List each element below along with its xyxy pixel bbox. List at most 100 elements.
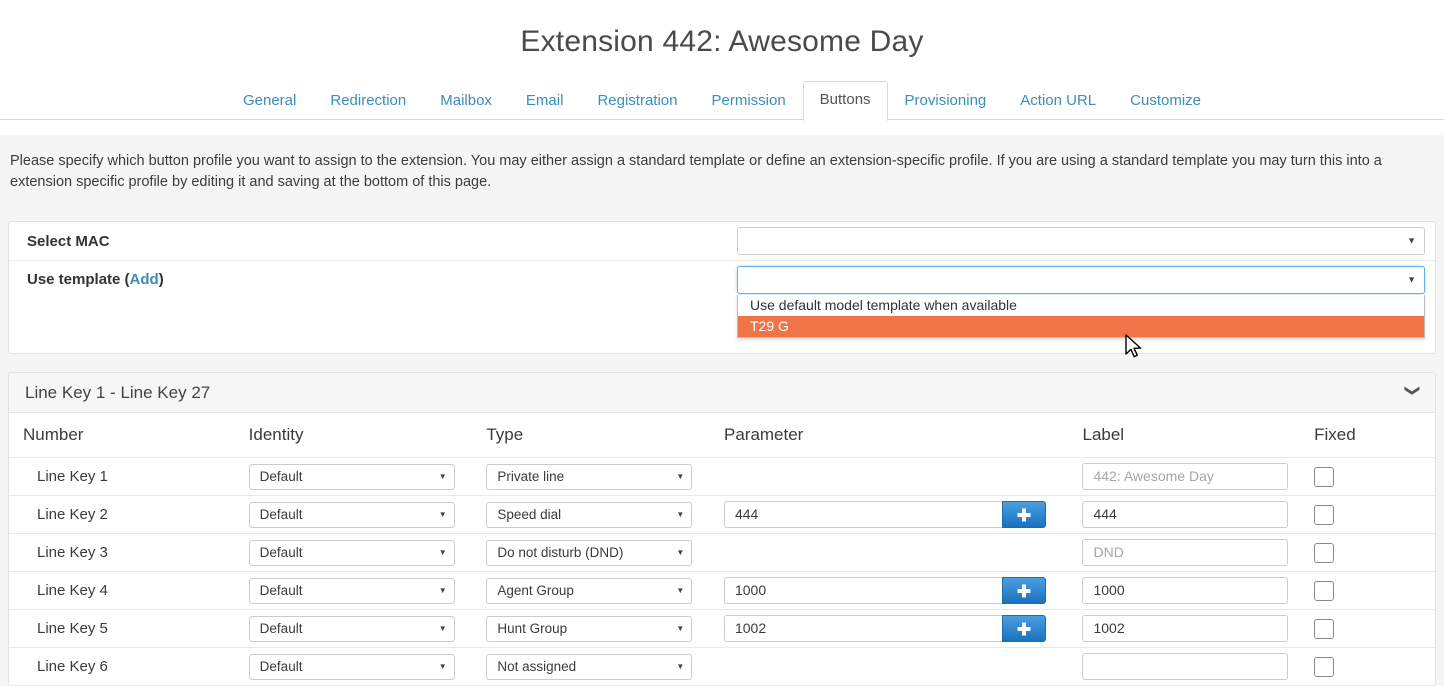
fixed-checkbox[interactable] (1314, 580, 1335, 601)
identity-value: Default (259, 658, 303, 674)
label-input[interactable]: 442: Awesome Day (1082, 463, 1289, 490)
tab-provisioning[interactable]: Provisioning (888, 82, 1004, 120)
type-value: Do not disturb (DND) (497, 544, 624, 560)
line-key-number: Line Key 2 (37, 506, 108, 523)
chevron-down-icon: ▼ (676, 623, 685, 633)
line-keys-section-title: Line Key 1 - Line Key 27 (25, 382, 211, 402)
line-key-number: Line Key 3 (37, 544, 108, 561)
select-mac-control: Yealink T29G (00:15 ) ▼ (737, 227, 1425, 255)
type-select[interactable]: Speed dial ▼ (486, 501, 693, 528)
chevron-down-icon: ▼ (676, 547, 685, 557)
identity-value: Default (259, 582, 303, 598)
fixed-checkbox[interactable] (1314, 618, 1335, 639)
chevron-down-icon: ▼ (1407, 274, 1416, 284)
type-select[interactable]: Do not disturb (DND) ▼ (486, 539, 693, 566)
column-header-parameter: Parameter (723, 425, 804, 444)
select-mac-label: Select MAC (27, 232, 110, 250)
identity-select[interactable]: Default ▼ (248, 501, 455, 528)
column-header-fixed: Fixed (1314, 425, 1356, 444)
table-row: Line Key 3 Default ▼ Do not disturb (DND) ▼ D… (9, 533, 1435, 572)
type-value: Not assigned (497, 658, 577, 674)
line-keys-section-header[interactable]: Line Key 1 - Line Key 27 ❯ (9, 373, 1435, 413)
label-input[interactable] (1082, 653, 1289, 680)
tab-action-url[interactable]: Action URL (1003, 82, 1113, 120)
chevron-down-icon[interactable]: ❯ (1404, 384, 1421, 401)
chevron-down-icon: ▼ (438, 585, 447, 595)
type-select[interactable]: Private line ▼ (486, 463, 693, 490)
tab-email[interactable]: Email (509, 82, 581, 120)
tab-permission[interactable]: Permission (694, 82, 802, 120)
label-input[interactable]: 444 (1082, 501, 1289, 528)
table-row: Line Key 6 Default ▼ Not assigned ▼ (9, 647, 1435, 685)
dropdown-option[interactable]: Use default model template when availabl… (738, 295, 1424, 316)
chevron-down-icon: ▼ (438, 661, 447, 671)
identity-select[interactable]: Default ▼ (248, 653, 455, 680)
tab-mailbox[interactable]: Mailbox (423, 82, 509, 120)
identity-value: Default (259, 544, 303, 560)
fixed-checkbox[interactable] (1314, 466, 1335, 487)
intro-text: Please specify which button profile you … (10, 152, 1382, 190)
type-select[interactable]: Not assigned ▼ (486, 653, 693, 680)
chevron-down-icon: ▼ (438, 547, 447, 557)
fixed-checkbox[interactable] (1314, 504, 1335, 525)
identity-select[interactable]: Default ▼ (248, 577, 455, 604)
column-header-number: Number (23, 425, 84, 444)
add-template-link[interactable]: Add (130, 271, 159, 288)
fixed-checkbox[interactable] (1314, 656, 1335, 677)
use-template-row: Use template (Add) Use default model tem… (9, 260, 1435, 338)
type-select[interactable]: Agent Group ▼ (486, 577, 693, 604)
fixed-checkbox[interactable] (1314, 542, 1335, 563)
use-template-label-prefix: Use template ( (27, 271, 130, 288)
line-key-number: Line Key 1 (37, 468, 108, 485)
type-value: Private line (497, 468, 565, 484)
chevron-down-icon: ▼ (676, 661, 685, 671)
use-template-label: Use template (Add) (27, 271, 737, 288)
template-settings-panel: Select MAC Yealink T29G (00:15 ) ▼ Use t… (8, 221, 1436, 354)
chevron-down-icon: ▼ (438, 471, 447, 481)
use-template-dropdown-list[interactable]: Use default model template when availabl… (737, 294, 1425, 338)
tab-registration[interactable]: Registration (580, 82, 694, 120)
page-body: Please specify which button profile you … (0, 134, 1444, 686)
type-select[interactable]: Hunt Group ▼ (486, 615, 693, 642)
parameter-group: 1002 (723, 615, 1046, 642)
tab-bar: General Redirection Mailbox Email Registrati… (0, 81, 1444, 121)
column-header-label: Label (1082, 425, 1125, 444)
label-input[interactable]: 1002 (1082, 615, 1289, 642)
add-parameter-button[interactable] (1001, 577, 1046, 604)
line-keys-table: Number Identity Type Parameter Label Fixed Li… (9, 413, 1435, 685)
add-parameter-button[interactable] (1001, 615, 1046, 642)
label-input[interactable]: 1000 (1082, 577, 1289, 604)
identity-value: Default (259, 468, 303, 484)
select-mac-row: Select MAC Yealink T29G (00:15 ) ▼ (9, 222, 1435, 260)
page-title: Extension 442: Awesome Day (520, 25, 924, 58)
type-value: Hunt Group (497, 620, 568, 636)
line-keys-panel: Line Key 1 - Line Key 27 ❯ Number Identit… (8, 372, 1436, 686)
tab-redirection[interactable]: Redirection (313, 82, 423, 120)
tab-buttons[interactable]: Buttons (802, 81, 888, 121)
identity-value: Default (259, 620, 303, 636)
use-template-dropdown[interactable]: Use default model template when availabl… (737, 265, 1425, 294)
identity-select[interactable]: Default ▼ (248, 463, 455, 490)
add-parameter-button[interactable] (1001, 501, 1046, 528)
chevron-down-icon: ▼ (676, 509, 685, 519)
identity-select[interactable]: Default ▼ (248, 615, 455, 642)
chevron-down-icon: ▼ (676, 471, 685, 481)
parameter-input[interactable]: 1002 (723, 615, 1002, 642)
line-keys-table-body: Line Key 1 Default ▼ Private line ▼ 442: Awes… (9, 457, 1435, 685)
dropdown-option[interactable]: T29 G (738, 315, 1424, 337)
extension-buttons-page: Extension 442: Awesome Day General Redire… (0, 0, 1444, 686)
tab-customize[interactable]: Customize (1113, 82, 1218, 120)
type-value: Agent Group (497, 582, 574, 598)
parameter-input[interactable]: 444 (723, 501, 1002, 528)
use-template-control: Use default model template when availabl… (737, 265, 1425, 338)
tab-general[interactable]: General (226, 82, 313, 120)
label-input[interactable]: DND (1082, 539, 1289, 566)
identity-select[interactable]: Default ▼ (248, 539, 455, 566)
parameter-input[interactable]: 1000 (723, 577, 1002, 604)
parameter-group: 444 (723, 501, 1046, 528)
parameter-group: 1000 (723, 577, 1046, 604)
chevron-down-icon: ▼ (1407, 235, 1416, 246)
select-mac-dropdown[interactable]: Yealink T29G (00:15 ) ▼ (737, 227, 1425, 255)
line-keys-table-header-row: Number Identity Type Parameter Label Fixed (9, 413, 1435, 458)
identity-value: Default (259, 506, 303, 522)
